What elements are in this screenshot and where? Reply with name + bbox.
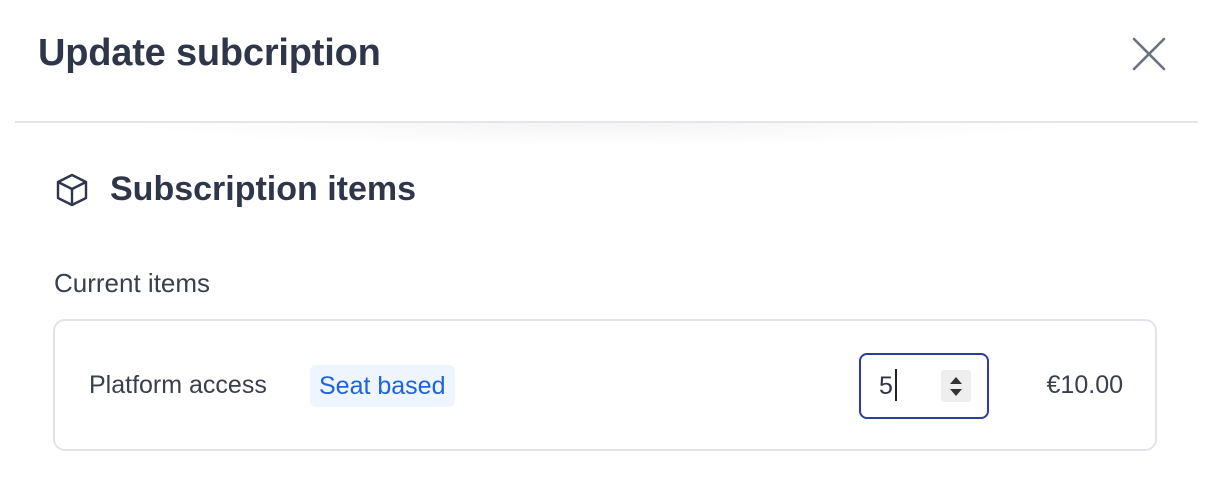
item-name: Platform access xyxy=(89,371,267,399)
close-icon xyxy=(1132,37,1166,74)
stepper-down-icon[interactable] xyxy=(950,388,962,396)
header-shadow xyxy=(120,123,1080,147)
section-title: Subscription items xyxy=(110,170,417,208)
current-items-label: Current items xyxy=(54,268,211,298)
seat-based-badge: Seat based xyxy=(310,365,455,407)
quantity-stepper[interactable] xyxy=(941,370,971,402)
box-icon xyxy=(54,172,90,208)
update-subscription-dialog: Update subcription Subscription items Cu… xyxy=(0,0,1206,484)
subscription-item-card: Platform access Seat based 5 €10.00 xyxy=(53,319,1157,451)
quantity-value: 5 xyxy=(879,372,893,400)
close-button[interactable] xyxy=(1124,30,1174,80)
quantity-input[interactable]: 5 xyxy=(859,353,989,419)
dialog-title: Update subcription xyxy=(38,32,381,74)
stepper-up-icon[interactable] xyxy=(950,376,962,384)
section-heading: Subscription items xyxy=(54,170,416,209)
item-price: €10.00 xyxy=(1046,371,1123,399)
text-caret xyxy=(895,369,897,401)
dialog-header: Update subcription xyxy=(0,0,1206,122)
